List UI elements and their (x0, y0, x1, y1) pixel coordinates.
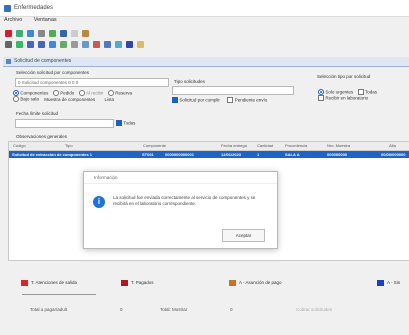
todas-checkbox[interactable] (357, 89, 364, 95)
fecha-input[interactable] (15, 119, 114, 128)
tool-icon[interactable] (38, 30, 45, 37)
toolbar (0, 28, 409, 54)
title-bar: Enfermedades (0, 0, 409, 17)
pendiente-envio-checkbox[interactable] (227, 97, 234, 103)
total-label-1: Total a pagar/adult (30, 307, 68, 312)
update-row: Todas (116, 120, 135, 126)
menu-bar: Archivo Ventanas (0, 17, 409, 26)
dialog-message: La solicitud fue enviada correctamente a… (113, 195, 256, 206)
forward-icon[interactable] (38, 41, 45, 48)
back-icon[interactable] (27, 41, 34, 48)
accept-button[interactable]: Aceptar (222, 229, 265, 242)
radio-group: Componentes Pedido Al recibir Reserva Ba… (13, 90, 173, 110)
red-swatch-icon (21, 279, 28, 286)
menu-archivo[interactable]: Archivo (4, 17, 22, 23)
radio-pedido[interactable] (52, 90, 59, 96)
col-fecha[interactable]: Fecha entrega (221, 143, 247, 148)
search-icon[interactable] (71, 41, 78, 48)
radio-componentes[interactable] (13, 90, 19, 96)
inner-window-title: Solicitud de componentes (14, 58, 72, 64)
grid-section-label: Observaciones generales (16, 134, 68, 139)
refresh-icon[interactable] (16, 30, 23, 37)
col-nro-muestra[interactable]: Nro. Muestra (327, 143, 350, 148)
checkbox-row: Solicitud por cumplir Pendiente envío (172, 97, 267, 103)
right-section-label: Selección tipo por solicitud (317, 74, 371, 79)
legend-atenciones: T. Atenciones de salida (21, 279, 77, 286)
solo-urgentes-radio[interactable] (318, 89, 324, 95)
tipo-label: Tipo solicitudes (174, 79, 205, 84)
right-options: Solo urgentes Todas Recibir en laborator… (318, 89, 377, 102)
col-codigo[interactable]: Código (13, 143, 26, 148)
info-icon: i (93, 196, 105, 208)
tipo-select[interactable] (172, 86, 294, 95)
add-icon[interactable] (16, 41, 23, 48)
fecha-label: Fecha límite solicitud (16, 111, 59, 116)
divider (22, 294, 96, 295)
total-label-2: Total: Mostrar (160, 307, 188, 312)
update-checkbox[interactable] (116, 120, 122, 126)
save-icon[interactable] (49, 41, 56, 48)
inner-window-title-bar: Solicitud de componentes (3, 57, 409, 67)
edit-icon[interactable] (115, 41, 122, 48)
legend-sin: A - Sin (377, 279, 400, 286)
radio-bajo-sala[interactable] (13, 96, 19, 103)
delete-icon[interactable] (5, 30, 12, 37)
col-alta[interactable]: Alta (389, 143, 396, 148)
legend-pagados: T. Pagados (121, 279, 154, 286)
print2-icon[interactable] (126, 41, 133, 48)
orange-swatch-icon (229, 279, 236, 286)
dark-red-swatch-icon (121, 279, 128, 286)
total-label-3: Cobrar solicitudes (296, 307, 333, 312)
recibir-laboratorio-checkbox[interactable] (318, 95, 324, 102)
lock-icon[interactable] (82, 30, 89, 37)
grid-header: Código Tipo Componente Fecha entrega Can… (9, 142, 409, 151)
menu-ventanas[interactable]: Ventanas (34, 17, 57, 23)
total-value-2: 0 (230, 307, 233, 312)
folder-icon[interactable] (137, 41, 144, 48)
paint-icon[interactable] (60, 30, 67, 37)
legend-asuncion: A - Asunción de pago (229, 279, 282, 286)
col-cantidad[interactable]: Cantidad (257, 143, 273, 148)
radio-reserva[interactable] (107, 90, 114, 96)
window-icon (6, 59, 11, 64)
col-componente[interactable]: Componente (143, 143, 166, 148)
section-label: Selección solicitud por componentes (16, 70, 90, 75)
window-title: Enfermedades (14, 5, 54, 11)
cancel-icon[interactable] (93, 41, 100, 48)
col-procedencia[interactable]: Procedencia (285, 143, 307, 148)
arrow-icon[interactable] (27, 30, 34, 37)
check-icon[interactable] (49, 30, 56, 37)
grid-icon[interactable] (5, 41, 12, 48)
separator-icon (71, 30, 78, 37)
export-icon[interactable] (104, 41, 111, 48)
filter-icon[interactable] (82, 41, 89, 48)
app-icon (4, 5, 11, 12)
blue-swatch-icon (377, 279, 384, 286)
dialog-header: Información (84, 172, 277, 184)
col-tipo[interactable]: Tipo (65, 143, 73, 148)
radio-al-recibir[interactable] (78, 90, 85, 96)
total-value-1: 0 (120, 307, 123, 312)
solicitud-por-cumplir-checkbox[interactable] (172, 97, 178, 103)
info-dialog: Información i La solicitud fue enviada c… (83, 171, 278, 249)
solicitud-input[interactable]: 0 Solicitud componentes 0 0 0 (15, 78, 169, 87)
print-icon[interactable] (60, 41, 67, 48)
dialog-title: Información (94, 175, 118, 180)
table-row[interactable]: Solicitud de extracción de componentes 1… (9, 151, 409, 158)
